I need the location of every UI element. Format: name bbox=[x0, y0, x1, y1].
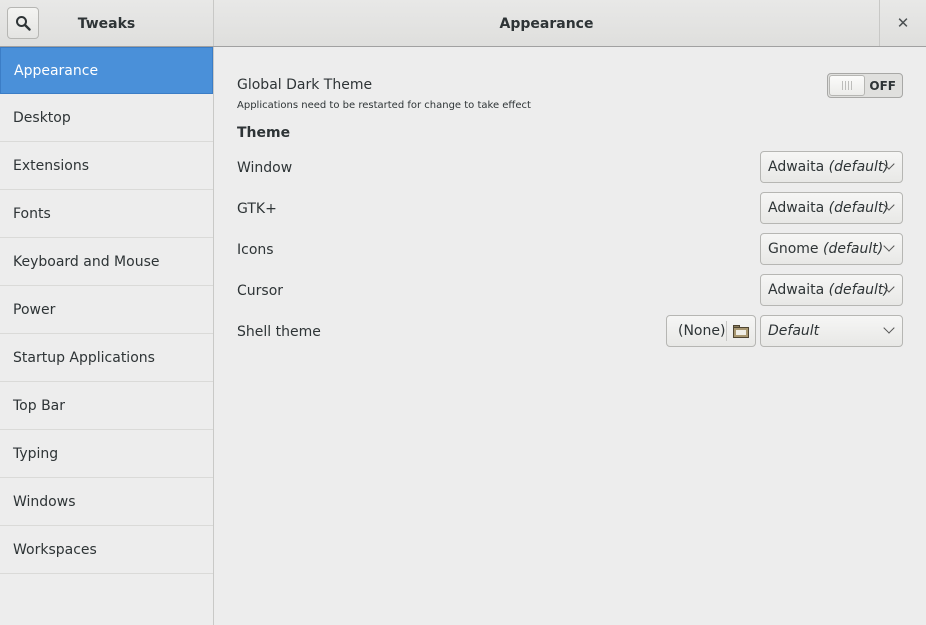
combo-suffix: (default) bbox=[828, 282, 889, 298]
shell-theme-label: Shell theme bbox=[237, 324, 321, 340]
file-button-value: (None) bbox=[678, 323, 726, 339]
sidebar-item-fonts[interactable]: Fonts bbox=[0, 190, 213, 238]
sidebar-item-top-bar[interactable]: Top Bar bbox=[0, 382, 213, 430]
icons-theme-label: Icons bbox=[237, 242, 274, 258]
combo-value: Default bbox=[768, 323, 820, 339]
sidebar-item-label: Top Bar bbox=[13, 397, 66, 414]
combo-value: Adwaita bbox=[768, 159, 825, 175]
window-theme-label: Window bbox=[237, 160, 293, 176]
theme-section-title: Theme bbox=[237, 125, 291, 141]
shell-theme-combo[interactable]: Default bbox=[760, 315, 903, 347]
switch-state: OFF bbox=[869, 78, 896, 93]
sidebar-item-label: Appearance bbox=[14, 62, 99, 79]
sidebar-item-extensions[interactable]: Extensions bbox=[0, 142, 213, 190]
cursor-theme-label: Cursor bbox=[237, 283, 284, 299]
app-title-text: Tweaks bbox=[77, 15, 136, 32]
sidebar-item-label: Fonts bbox=[13, 205, 51, 222]
grip-icon bbox=[842, 81, 852, 90]
sidebar-item-label: Typing bbox=[13, 445, 59, 462]
icons-theme-combo[interactable]: Gnome (default) bbox=[760, 233, 903, 265]
sidebar-item-typing[interactable]: Typing bbox=[0, 430, 213, 478]
sidebar: Appearance Desktop Extensions Fonts Keyb… bbox=[0, 47, 214, 625]
sidebar-item-desktop[interactable]: Desktop bbox=[0, 94, 213, 142]
chevron-down-icon bbox=[883, 322, 895, 334]
close-button[interactable]: ✕ bbox=[880, 0, 926, 46]
page-title: Appearance bbox=[499, 15, 594, 32]
dark-theme-switch[interactable]: OFF bbox=[827, 73, 903, 98]
combo-suffix: (default) bbox=[828, 200, 889, 216]
combo-suffix: (default) bbox=[828, 159, 889, 175]
shell-theme-file-button[interactable]: (None) bbox=[666, 315, 756, 347]
sidebar-item-label: Windows bbox=[13, 493, 76, 510]
sidebar-item-label: Desktop bbox=[13, 109, 71, 126]
chevron-down-icon bbox=[883, 240, 895, 252]
sidebar-item-label: Power bbox=[13, 301, 56, 318]
main-content: Global Dark Theme Applications need to b… bbox=[214, 47, 926, 625]
cursor-theme-combo[interactable]: Adwaita (default) bbox=[760, 274, 903, 306]
combo-value: Adwaita bbox=[768, 200, 825, 216]
sidebar-item-appearance[interactable]: Appearance bbox=[0, 47, 213, 94]
app-title: Tweaks bbox=[0, 0, 213, 47]
folder-icon bbox=[727, 324, 755, 338]
dark-theme-note: Applications need to be restarted for ch… bbox=[237, 100, 531, 111]
gtk-theme-combo[interactable]: Adwaita (default) bbox=[760, 192, 903, 224]
combo-suffix: (default) bbox=[823, 241, 884, 257]
gtk-theme-label: GTK+ bbox=[237, 201, 277, 217]
sidebar-item-workspaces[interactable]: Workspaces bbox=[0, 526, 213, 574]
sidebar-item-windows[interactable]: Windows bbox=[0, 478, 213, 526]
close-icon: ✕ bbox=[896, 14, 910, 32]
combo-value: Gnome bbox=[768, 241, 819, 257]
sidebar-item-keyboard-and-mouse[interactable]: Keyboard and Mouse bbox=[0, 238, 213, 286]
sidebar-item-label: Workspaces bbox=[13, 541, 97, 558]
sidebar-item-power[interactable]: Power bbox=[0, 286, 213, 334]
switch-slider[interactable] bbox=[829, 75, 865, 96]
sidebar-item-label: Keyboard and Mouse bbox=[13, 253, 160, 270]
sidebar-item-label: Extensions bbox=[13, 157, 90, 174]
combo-value: Adwaita bbox=[768, 282, 825, 298]
header-bar: Tweaks Appearance ✕ bbox=[0, 0, 926, 47]
sidebar-item-label: Startup Applications bbox=[13, 349, 155, 366]
window-theme-combo[interactable]: Adwaita (default) bbox=[760, 151, 903, 183]
sidebar-item-startup-applications[interactable]: Startup Applications bbox=[0, 334, 213, 382]
dark-theme-label: Global Dark Theme bbox=[237, 77, 373, 93]
